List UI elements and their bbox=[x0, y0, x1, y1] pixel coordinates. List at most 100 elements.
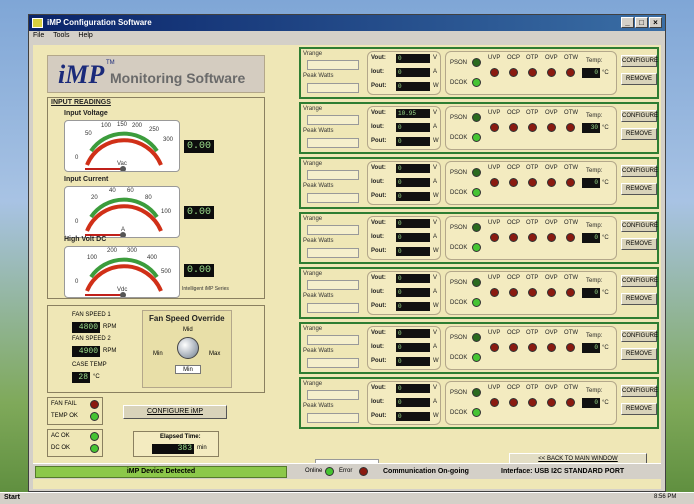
module-row: Vrange Peak Watts Vout: 0 V Iout: 0 A Pout: 0 W PSO… bbox=[299, 157, 659, 209]
configure-button[interactable]: CONFIGURE bbox=[621, 385, 658, 397]
tick-label: 400 bbox=[147, 255, 158, 261]
uvp-led bbox=[490, 343, 499, 352]
minimize-button[interactable]: _ bbox=[621, 17, 634, 28]
ac-ok-label: AC OK bbox=[51, 433, 70, 439]
configure-button[interactable]: CONFIGURE bbox=[621, 165, 658, 177]
ocp-label: OCP bbox=[507, 110, 521, 116]
peak-watts-field bbox=[307, 138, 359, 148]
pson-label: PSON bbox=[450, 60, 468, 66]
close-button[interactable]: × bbox=[649, 17, 662, 28]
peak-watts-label: Peak Watts bbox=[303, 128, 334, 134]
high-volt-gauge: 0 100 200 300 400 500 Vdc bbox=[64, 246, 180, 298]
vrange-label: Vrange bbox=[303, 106, 323, 112]
peak-watts-field bbox=[307, 358, 359, 368]
dcok-led bbox=[472, 298, 481, 307]
row-buttons: CONFIGURE REMOVE bbox=[621, 161, 658, 205]
dcok-label: DCOK bbox=[450, 245, 468, 251]
vout-label: Vout: bbox=[371, 110, 386, 116]
unit-label: Vac bbox=[117, 161, 127, 167]
status-box: PSON DCOK UVP OCP OTP OVP OTW Temp: 0 °C bbox=[445, 161, 617, 205]
remove-button[interactable]: REMOVE bbox=[621, 73, 657, 85]
error-label: Error bbox=[339, 468, 353, 474]
fan-alarm-panel: FAN FAIL TEMP OK bbox=[47, 397, 103, 425]
uvp-led bbox=[490, 178, 499, 187]
temp-label: Temp: bbox=[586, 333, 603, 339]
tick-label: 60 bbox=[127, 188, 134, 194]
remove-button[interactable]: REMOVE bbox=[621, 183, 657, 195]
remove-button[interactable]: REMOVE bbox=[621, 403, 657, 415]
iout-display: 0 bbox=[396, 178, 430, 187]
menu-help[interactable]: Help bbox=[78, 32, 92, 39]
ovp-led bbox=[547, 343, 556, 352]
high-volt-display: 0.00 bbox=[184, 264, 214, 277]
peak-watts-field bbox=[307, 303, 359, 313]
case-temp-label: CASE TEMP bbox=[72, 362, 107, 368]
remove-button[interactable]: REMOVE bbox=[621, 238, 657, 250]
menu-file[interactable]: File bbox=[33, 32, 44, 39]
otp-label: OTP bbox=[526, 220, 539, 226]
pson-led bbox=[472, 113, 481, 122]
temp-ok-label: TEMP OK bbox=[51, 413, 78, 419]
otp-led bbox=[528, 288, 537, 297]
temp-label: Temp: bbox=[586, 278, 603, 284]
configure-button[interactable]: CONFIGURE bbox=[621, 220, 658, 232]
otw-label: OTW bbox=[564, 385, 578, 391]
ac-ok-led bbox=[90, 432, 99, 441]
otw-label: OTW bbox=[564, 55, 578, 61]
configure-button[interactable]: CONFIGURE bbox=[621, 55, 658, 67]
uvp-label: UVP bbox=[488, 55, 501, 61]
remove-button[interactable]: REMOVE bbox=[621, 348, 657, 360]
menu-tools[interactable]: Tools bbox=[53, 32, 69, 39]
peak-watts-label: Peak Watts bbox=[303, 183, 334, 189]
uvp-label: UVP bbox=[488, 330, 501, 336]
ovp-label: OVP bbox=[545, 110, 558, 116]
configure-button[interactable]: CONFIGURE bbox=[621, 110, 658, 122]
maximize-button[interactable]: □ bbox=[635, 17, 648, 28]
iout-unit: A bbox=[433, 344, 438, 350]
tick-label: 0 bbox=[75, 219, 79, 225]
row-buttons: CONFIGURE REMOVE bbox=[621, 51, 658, 95]
dcok-led bbox=[472, 408, 481, 417]
pson-led bbox=[472, 388, 481, 397]
iout-display: 0 bbox=[396, 68, 430, 77]
configure-button[interactable]: CONFIGURE bbox=[621, 275, 658, 287]
otp-led bbox=[528, 398, 537, 407]
fan-speed-knob[interactable] bbox=[177, 337, 199, 359]
pout-label: Pout: bbox=[371, 138, 387, 144]
remove-button[interactable]: REMOVE bbox=[621, 293, 657, 305]
fan-speed-value[interactable]: Min bbox=[175, 365, 201, 374]
iout-label: Iout: bbox=[371, 234, 384, 240]
vout-display: 0 bbox=[396, 384, 430, 393]
pout-unit: W bbox=[433, 248, 439, 254]
uvp-label: UVP bbox=[488, 220, 501, 226]
dc-ok-label: DC OK bbox=[51, 445, 71, 451]
configure-button[interactable]: CONFIGURE bbox=[621, 330, 658, 342]
ocp-led bbox=[509, 178, 518, 187]
degc-unit: °C bbox=[602, 345, 609, 351]
readings-box: Vout: 0 V Iout: 0 A Pout: 0 W bbox=[367, 216, 441, 260]
readings-box: Vout: 0 V Iout: 0 A Pout: 0 W bbox=[367, 161, 441, 205]
uvp-led bbox=[490, 398, 499, 407]
pout-label: Pout: bbox=[371, 303, 387, 309]
vrange-field bbox=[307, 335, 359, 345]
remove-button[interactable]: REMOVE bbox=[621, 128, 657, 140]
dcok-led bbox=[472, 133, 481, 142]
knob-max-label: Max bbox=[209, 351, 221, 357]
tick-label: 0 bbox=[75, 155, 79, 161]
iout-display: 0 bbox=[396, 123, 430, 132]
vout-label: Vout: bbox=[371, 330, 386, 336]
pout-label: Pout: bbox=[371, 248, 387, 254]
configure-imp-button[interactable]: CONFIGURE iMP bbox=[123, 405, 227, 419]
ovp-led bbox=[547, 178, 556, 187]
start-button[interactable]: Start bbox=[4, 494, 20, 501]
pout-unit: W bbox=[433, 83, 439, 89]
vout-unit: V bbox=[433, 55, 438, 61]
vout-label: Vout: bbox=[371, 385, 386, 391]
uvp-label: UVP bbox=[488, 385, 501, 391]
ovp-label: OVP bbox=[545, 55, 558, 61]
module-row: Vrange Peak Watts Vout: 0 V Iout: 0 A Pout: 0 W PSO… bbox=[299, 377, 659, 429]
uvp-led bbox=[490, 123, 499, 132]
otw-led bbox=[566, 343, 575, 352]
input-current-label: Input Current bbox=[64, 176, 109, 183]
vrange-label: Vrange bbox=[303, 381, 323, 387]
